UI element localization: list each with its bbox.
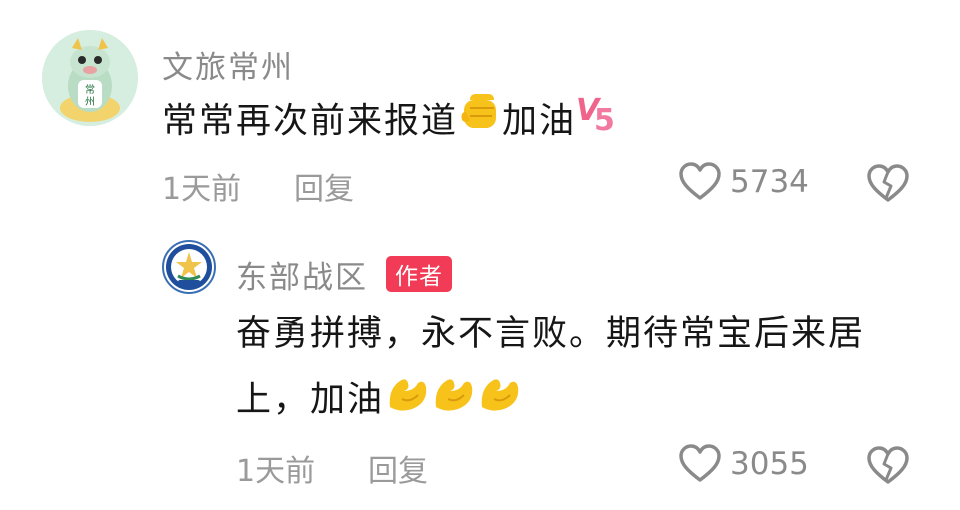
avatar[interactable]: 常 州: [42, 30, 138, 126]
v5-emoji-icon: V5: [576, 88, 622, 157]
like-button[interactable]: 5734: [678, 162, 809, 202]
heart-outline-icon: [679, 162, 721, 200]
heart-outline-icon: [679, 444, 721, 482]
like-button[interactable]: 3055: [678, 444, 809, 484]
svg-text:常: 常: [85, 83, 95, 96]
comment-text-part: 加油: [502, 101, 577, 142]
svg-text:5: 5: [594, 103, 617, 136]
reply-button[interactable]: 回复: [368, 446, 428, 490]
comment-time: 1天前: [162, 172, 242, 207]
author-badge: 作者: [386, 256, 452, 292]
like-count: 3055: [730, 446, 809, 482]
fist-emoji-icon: [458, 90, 502, 155]
comment-text: 常常再次前来报道 加油 V 5: [162, 88, 622, 157]
flexed-biceps-emoji-icon: [430, 369, 476, 434]
broken-heart-icon: [867, 164, 909, 202]
reply-text-line2: 上，加油: [236, 368, 522, 434]
reply-button[interactable]: 回复: [294, 164, 354, 208]
flexed-biceps-emoji-icon: [476, 369, 522, 434]
reply-text-part: 上，加油: [236, 380, 385, 420]
avatar[interactable]: [162, 240, 216, 294]
reply-username[interactable]: 东部战区: [236, 252, 368, 297]
like-count: 5734: [730, 164, 809, 200]
dislike-button[interactable]: [866, 164, 910, 208]
military-emblem-icon: [166, 244, 212, 290]
reply-text-line1: 奋勇拼搏，永不言败。期待常宝后来居: [236, 314, 866, 354]
comment-username[interactable]: 文旅常州: [162, 42, 294, 87]
svg-text:州: 州: [85, 96, 95, 108]
flexed-biceps-emoji-icon: [384, 369, 430, 434]
dislike-button[interactable]: [866, 446, 910, 490]
dragon-mascot-icon: 常 州: [42, 30, 138, 126]
broken-heart-icon: [867, 446, 909, 484]
comment-text-part: 常常再次前来报道: [162, 101, 459, 142]
reply-time: 1天前: [236, 454, 316, 489]
